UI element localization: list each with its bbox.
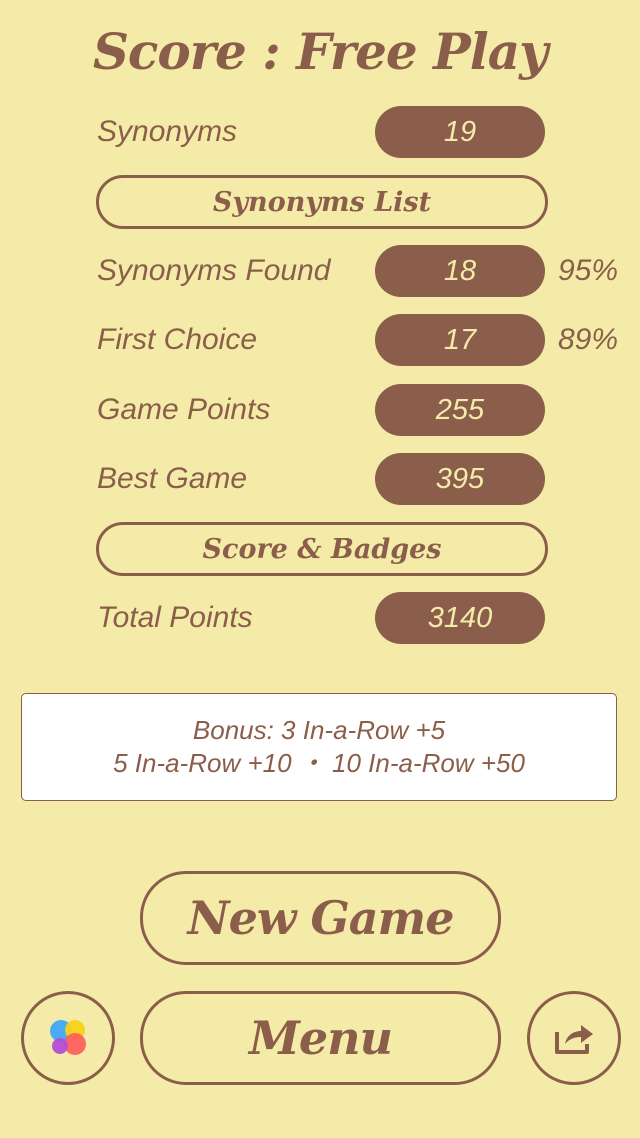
game-center-icon — [50, 1020, 86, 1055]
first-choice-label: First Choice — [97, 323, 258, 356]
first-choice-percent: 89% — [558, 323, 619, 356]
score-badges-button[interactable]: Score & Badges — [96, 522, 548, 576]
share-icon — [555, 1025, 593, 1054]
bonus-line-2: 5 In-a-Row +10 ・ 10 In-a-Row +50 — [113, 748, 525, 778]
synonyms-found-label: Synonyms Found — [97, 254, 331, 287]
synonyms-label: Synonyms — [97, 115, 238, 148]
synonyms-found-percent: 95% — [558, 254, 619, 287]
best-game-label: Best Game — [97, 462, 248, 495]
game-points-label: Game Points — [97, 393, 271, 426]
game-points-value: 255 — [375, 384, 545, 436]
bonus-line-1: Bonus: 3 In-a-Row +5 — [192, 715, 446, 745]
first-choice-value: 17 — [375, 314, 545, 366]
page-title: Score : Free Play — [92, 22, 548, 81]
synonyms-found-value: 18 — [375, 245, 545, 297]
synonyms-value: 19 — [375, 106, 545, 158]
bonus-info-box: Bonus: 3 In-a-Row +5 5 In-a-Row +10 ・ 10… — [21, 693, 617, 801]
menu-button[interactable]: Menu — [140, 991, 501, 1085]
total-points-value: 3140 — [375, 592, 545, 644]
game-center-button[interactable] — [21, 991, 115, 1085]
share-button[interactable] — [527, 991, 621, 1085]
new-game-button[interactable]: New Game — [140, 871, 501, 965]
best-game-value: 395 — [375, 453, 545, 505]
total-points-label: Total Points — [97, 601, 253, 634]
synonyms-list-button[interactable]: Synonyms List — [96, 175, 548, 229]
